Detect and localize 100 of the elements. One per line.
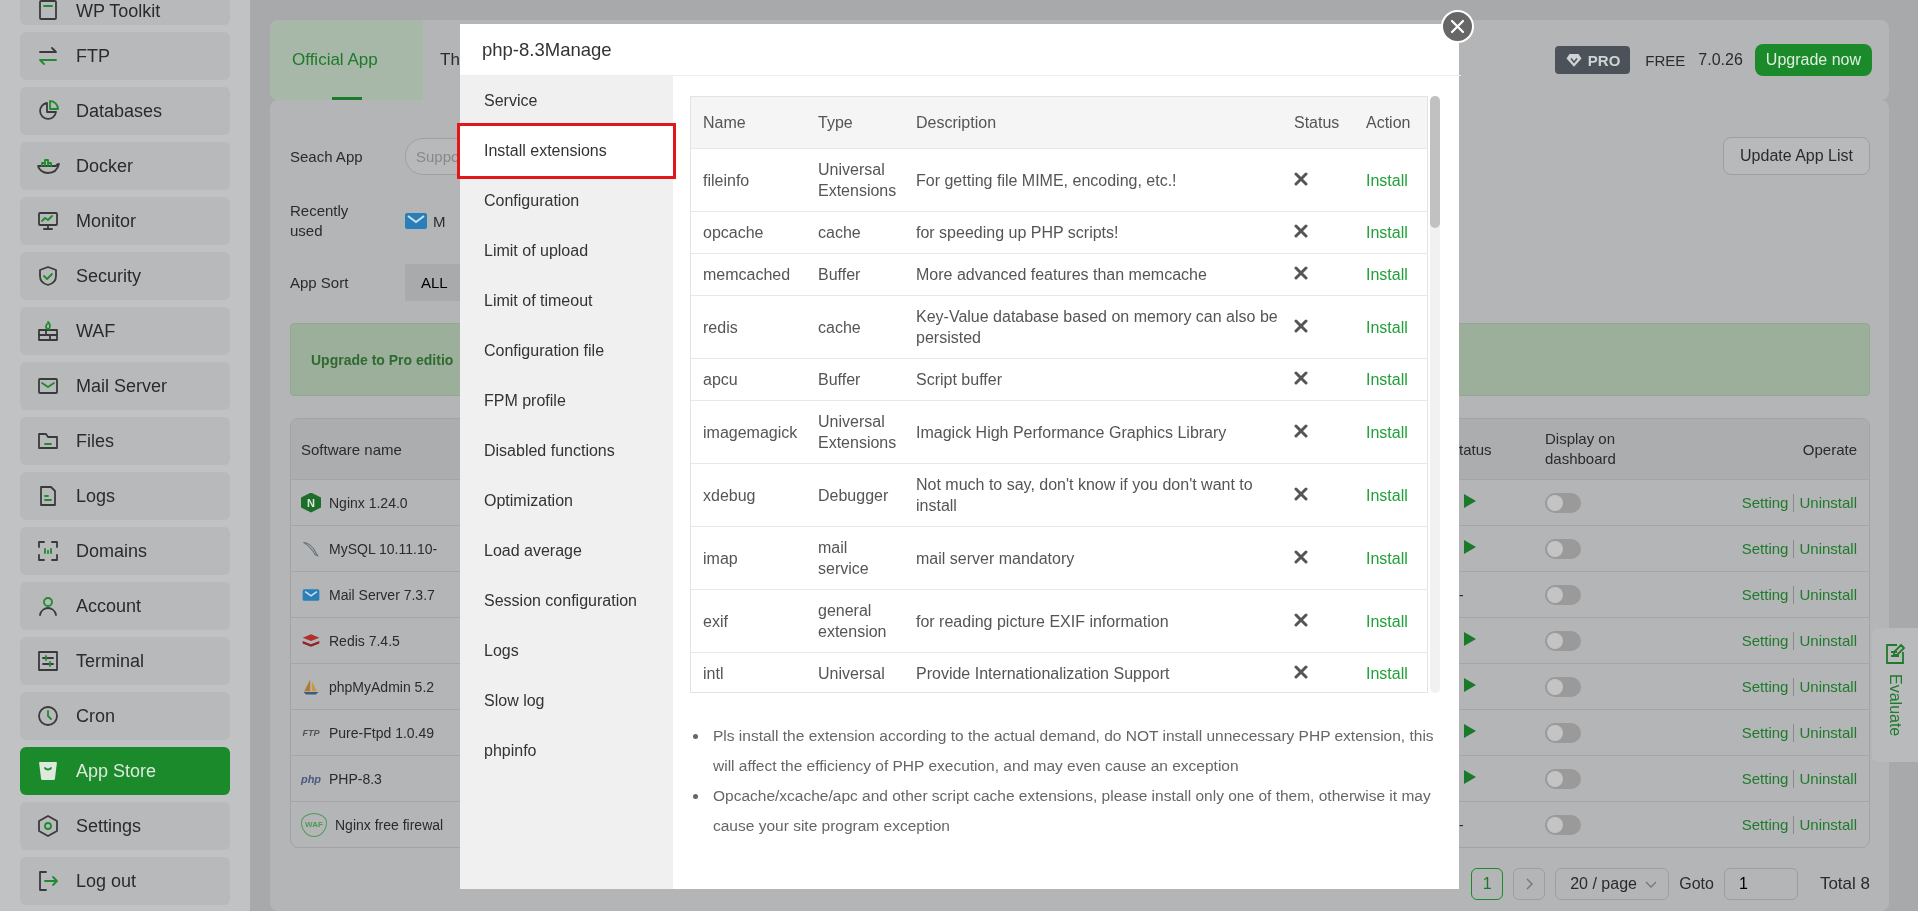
edition-label: FREE <box>1645 51 1686 69</box>
table-cell-text: fileinfo <box>702 170 751 191</box>
install-link[interactable]: Install <box>1366 423 1408 441</box>
install-link[interactable]: Install <box>1366 266 1408 283</box>
firewall-icon <box>36 319 60 343</box>
menu-item[interactable]: Configuration file <box>460 326 673 376</box>
upgrade-button[interactable]: Upgrade now <box>1754 44 1872 76</box>
software-name: Nginx free firewal <box>335 816 444 833</box>
menu-item[interactable]: phpinfo <box>460 726 673 776</box>
table-cell-text: Imagick High Performance Graphics Library <box>915 422 1228 443</box>
sidebar-item[interactable]: Cron <box>20 692 230 740</box>
table-cell-text: cache <box>817 317 862 338</box>
sidebar-item[interactable]: Terminal <box>20 637 230 685</box>
scrollbar[interactable] <box>1430 96 1440 693</box>
recently-used-label: Recently used <box>290 201 350 241</box>
toggle-switch[interactable] <box>1545 492 1581 513</box>
toggle-switch[interactable] <box>1545 768 1581 789</box>
sidebar-item[interactable]: Databases <box>20 87 230 135</box>
scan-frame-icon <box>36 539 60 563</box>
menu-item[interactable]: FPM profile <box>460 376 673 426</box>
column-header: Type <box>817 113 854 133</box>
column-header: Operate <box>1802 440 1857 458</box>
install-link[interactable]: Install <box>1366 549 1408 567</box>
table-cell-text: mail server mandatory <box>915 548 1076 569</box>
install-link[interactable]: Install <box>1366 612 1408 630</box>
table-cell-text: apcu <box>702 370 739 390</box>
dialog-title: php-8.3Manage <box>482 38 612 61</box>
sidebar-item[interactable]: Mail Server <box>20 362 230 410</box>
next-page-button[interactable] <box>1513 868 1546 900</box>
sidebar-item[interactable]: Logs <box>20 472 230 520</box>
install-link[interactable]: Install <box>1366 486 1408 504</box>
sidebar-item[interactable]: Log out <box>20 857 230 905</box>
install-link[interactable]: Install <box>1366 171 1408 189</box>
sidebar-item[interactable]: Settings <box>20 802 230 850</box>
table-cell-text: xdebug <box>702 485 757 506</box>
sidebar-item[interactable]: Monitor <box>20 197 230 245</box>
table-cell-text: imap <box>702 548 739 569</box>
toggle-switch[interactable] <box>1545 722 1581 743</box>
goto-field[interactable]: 1 <box>1723 868 1798 900</box>
menu-item[interactable]: Logs <box>460 626 673 676</box>
install-link[interactable]: Install <box>1366 371 1408 388</box>
pie-chart-icon <box>36 99 60 123</box>
shield-icon <box>36 264 60 288</box>
total-count: Total 8 <box>1819 874 1870 894</box>
sidebar-item[interactable]: Files <box>20 417 230 465</box>
monitor-icon <box>36 209 60 233</box>
install-link[interactable]: Install <box>1366 318 1408 336</box>
recent-app[interactable]: M <box>433 212 446 230</box>
sidebar-item[interactable]: App Store <box>20 747 230 795</box>
edit-icon <box>1883 642 1907 666</box>
table-cell-text: intl <box>702 664 725 684</box>
sidebar-item[interactable]: Docker <box>20 142 230 190</box>
search-label: Seach App <box>290 147 364 165</box>
update-app-list-button[interactable]: Update App List <box>1723 137 1870 175</box>
table-cell-text: For getting file MIME, encoding, etc.! <box>915 170 1178 191</box>
user-icon <box>36 594 60 618</box>
square-icon <box>36 0 60 22</box>
transfer-arrows-icon <box>36 44 60 68</box>
table-cell-text: Universal Extensions <box>817 412 898 453</box>
menu-item[interactable]: Service <box>460 76 673 126</box>
software-name: Pure-Ftpd 1.0.49 <box>329 724 435 741</box>
bullet-icon <box>693 734 698 739</box>
sidebar-item[interactable]: WP Toolkit <box>20 0 230 25</box>
page-size-select[interactable]: 20 / page <box>1555 868 1670 900</box>
column-header: Name <box>702 113 747 133</box>
column-header: Description <box>915 113 998 133</box>
table-cell-text: Not much to say, don't know if you don't want to install <box>915 475 1254 516</box>
sidebar-item[interactable]: Security <box>20 252 230 300</box>
software-name: Mail Server 7.3.7 <box>329 586 435 603</box>
software-name: phpMyAdmin 5.2 <box>329 678 435 695</box>
table-cell-text: Debugger <box>817 485 890 506</box>
clock-icon <box>36 704 60 728</box>
toggle-switch[interactable] <box>1545 814 1581 835</box>
table-cell-text: memcached <box>702 265 792 285</box>
software-name: Nginx 1.24.0 <box>329 494 408 511</box>
toggle-switch[interactable] <box>1545 630 1581 651</box>
menu-item[interactable]: Configuration <box>460 176 673 226</box>
table-cell-text: for speeding up PHP scripts! <box>915 223 1120 243</box>
menu-item[interactable]: Install extensions <box>460 126 673 176</box>
toggle-switch[interactable] <box>1545 584 1581 605</box>
toggle-switch[interactable] <box>1545 676 1581 697</box>
menu-item[interactable]: Load average <box>460 526 673 576</box>
table-cell-text: cache <box>817 223 862 243</box>
banner-text: Upgrade to Pro editio <box>311 351 454 368</box>
envelope-icon <box>405 212 427 230</box>
install-link[interactable]: Install <box>1366 665 1408 682</box>
sidebar-item[interactable]: WAF <box>20 307 230 355</box>
bullet-icon <box>693 794 698 799</box>
menu-item[interactable]: Disabled functions <box>460 426 673 476</box>
sidebar-item[interactable]: FTP <box>20 32 230 80</box>
toggle-switch[interactable] <box>1545 538 1581 559</box>
menu-item[interactable]: Slow log <box>460 676 673 726</box>
sidebar-item[interactable]: Domains <box>20 527 230 575</box>
install-link[interactable]: Install <box>1366 224 1408 241</box>
table-cell-text: redis <box>702 317 739 338</box>
menu-item[interactable]: Session configuration <box>460 576 673 626</box>
menu-item[interactable]: Optimization <box>460 476 673 526</box>
logo: FTP <box>301 726 321 740</box>
sidebar-item[interactable]: Account <box>20 582 230 630</box>
table-cell-text: Key-Value database based on memory can also be persisted <box>915 307 1279 348</box>
